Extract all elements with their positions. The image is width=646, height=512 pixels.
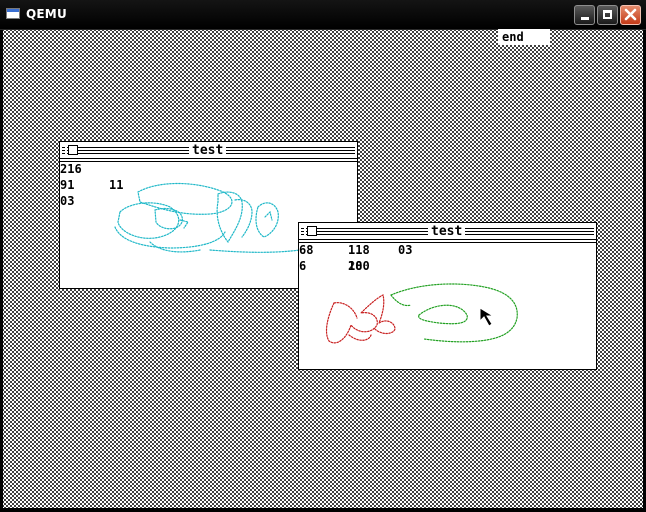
window-close-box[interactable] bbox=[304, 226, 317, 236]
window-1-title: test bbox=[189, 143, 227, 158]
qemu-titlebar[interactable]: QEMU bbox=[0, 0, 646, 30]
close-icon bbox=[624, 8, 637, 21]
minimize-icon bbox=[581, 17, 589, 20]
arrow-cursor-icon bbox=[479, 307, 495, 327]
maximize-button[interactable] bbox=[597, 5, 618, 25]
window-2-content[interactable]: 68 118 03 6 100 28 bbox=[299, 243, 596, 369]
red-green-scribble-drawing bbox=[325, 283, 518, 344]
maximize-icon bbox=[603, 10, 612, 19]
end-label: end bbox=[498, 29, 550, 45]
window-close-box[interactable] bbox=[65, 145, 78, 155]
window-2-title: test bbox=[428, 224, 466, 239]
close-button[interactable] bbox=[620, 5, 641, 25]
window-title: QEMU bbox=[26, 7, 67, 21]
app-window-icon[interactable] bbox=[6, 8, 20, 19]
test-window-2[interactable]: test 68 118 03 6 100 28 bbox=[298, 222, 597, 370]
minimize-button[interactable] bbox=[574, 5, 595, 25]
